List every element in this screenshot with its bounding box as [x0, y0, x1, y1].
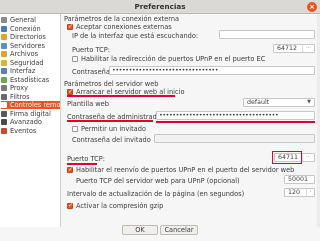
web-template-label: Plantilla web [67, 100, 109, 108]
preferences-window: Preferencias × General Conexión Director… [0, 0, 320, 241]
title-bar: Preferencias × [0, 0, 320, 14]
chevron-down-icon: ▼ [307, 99, 311, 105]
stepper-icon[interactable]: ··· [302, 45, 314, 52]
refresh-interval-label: Intervalo de actualización de la página … [67, 190, 245, 198]
filter-icon [1, 93, 7, 100]
web-template-select[interactable]: default ▼ [243, 98, 315, 107]
sidebar-item-label: Directorios [10, 33, 46, 41]
gzip-label: Activar la compresión gzip [76, 202, 164, 210]
sidebar-item-statistics[interactable]: Estadísticas [1, 76, 60, 84]
sidebar-item-label: Filtros [10, 92, 30, 101]
sidebar-item-label: Seguridad [10, 58, 44, 67]
cancel-button[interactable]: Cancelar [160, 225, 198, 235]
checkbox-unchecked[interactable] [72, 126, 78, 132]
highlight-box [272, 151, 302, 164]
sidebar-item-label: Interfaz [10, 67, 36, 75]
highlight-underline [67, 120, 153, 122]
sidebar-item-digital-signature[interactable]: Firma digital [1, 110, 60, 118]
checkbox-checked[interactable] [67, 23, 73, 30]
sidebar-item-label: Conexión [10, 24, 41, 33]
stepper-icon[interactable]: ··· [302, 154, 314, 161]
ec-upnp-checkbox[interactable]: Habilitar la redirección de puertos UPnP… [72, 55, 265, 63]
chart-icon [1, 76, 7, 83]
external-section-label: Parámetros de la conexión externa [64, 15, 180, 23]
sidebar-item-interface[interactable]: Interfaz [1, 67, 60, 75]
upnp-port-value: 50001 [288, 176, 309, 183]
external-port-value: 64712 [277, 45, 298, 52]
sidebar-item-connection[interactable]: Conexión [1, 25, 60, 33]
proxy-icon [1, 85, 7, 91]
checkbox-unchecked[interactable] [72, 56, 78, 62]
allow-guest-checkbox[interactable]: Permitir un invitado [72, 125, 146, 133]
highlight-underline [67, 163, 97, 165]
sidebar-item-label: Eventos [10, 126, 37, 135]
server-icon [1, 42, 7, 49]
files-icon [1, 51, 7, 57]
web-port-label: Puerto TCP: [67, 155, 105, 163]
sidebar-item-label: Archivos [10, 50, 39, 58]
upnp-port-stepper[interactable]: 50001 [284, 175, 315, 184]
general-icon [1, 17, 7, 23]
folder-icon [1, 34, 7, 40]
signature-icon [1, 110, 7, 117]
sidebar-item-files[interactable]: Archivos [1, 50, 60, 58]
sidebar-item-label: Controles remotos [10, 101, 71, 109]
sidebar-item-general[interactable]: General [1, 16, 60, 24]
sidebar-item-label: General [10, 16, 36, 24]
refresh-interval-value: 120 [288, 189, 301, 196]
ec-upnp-label: Habilitar la redirección de puertos UPnP… [81, 55, 266, 63]
external-password-label: Contraseña [72, 68, 110, 76]
lock-icon [1, 59, 7, 66]
highlight-underline [156, 121, 315, 123]
sidebar-item-label: Estadísticas [10, 75, 50, 84]
gzip-checkbox[interactable]: Activar la compresión gzip [67, 202, 163, 210]
interface-ip-field[interactable] [219, 30, 315, 39]
sidebar-item-directories[interactable]: Directorios [1, 33, 60, 41]
checkbox-checked[interactable] [67, 202, 73, 209]
category-sidebar: General Conexión Directorios Servidores … [0, 14, 71, 227]
sidebar-item-servers[interactable]: Servidores [1, 42, 60, 50]
sidebar-item-events[interactable]: Eventos [1, 127, 60, 135]
accept-external-checkbox[interactable]: Aceptar conexiones externas [67, 23, 172, 31]
admin-password-field[interactable]: •••••••••••••••••••••••••••••••••••• [156, 111, 315, 120]
checkbox-checked[interactable] [67, 166, 73, 173]
sidebar-item-remote-controls[interactable]: Controles remotos [1, 101, 71, 109]
close-button[interactable]: × [307, 2, 317, 12]
sidebar-item-label: Servidores [10, 41, 45, 50]
network-icon [1, 25, 7, 32]
web-section-label: Parámetros del servidor web [64, 80, 159, 88]
events-icon [1, 127, 7, 134]
external-port-label: Puerto TCP: [72, 46, 110, 54]
close-icon: × [309, 3, 315, 11]
interface-ip-label: IP de la interfaz que está escuchando: [72, 32, 199, 40]
external-password-field[interactable]: •••••••••••••••••••••••••••••••• [109, 66, 315, 75]
guest-password-label: Contraseña del invitado [72, 136, 151, 144]
web-upnp-label: Habilitar el reenvío de puertos UPnP en … [76, 166, 295, 174]
sidebar-item-proxy[interactable]: Proxy [1, 84, 60, 92]
sidebar-item-filters[interactable]: Filtros [1, 93, 60, 101]
remote-icon [1, 102, 7, 108]
sidebar-item-label: Proxy [10, 84, 29, 92]
sidebar-item-label: Firma digital [10, 109, 51, 118]
sidebar-item-security[interactable]: Seguridad [1, 59, 60, 67]
web-template-value: default [247, 99, 270, 106]
web-upnp-checkbox[interactable]: Habilitar el reenvío de puertos UPnP en … [67, 166, 294, 174]
interface-icon [1, 68, 7, 74]
sidebar-item-label: Avanzado [10, 118, 42, 126]
guest-password-field[interactable] [154, 134, 315, 143]
window-title: Preferencias [134, 2, 186, 11]
refresh-interval-stepper[interactable]: 120 · [284, 188, 315, 197]
remote-controls-panel: Parámetros de la conexión externa Acepta… [64, 14, 317, 227]
allow-guest-label: Permitir un invitado [81, 125, 146, 133]
advanced-icon [1, 119, 7, 125]
external-port-stepper[interactable]: 64712 ··· [273, 44, 315, 53]
highlight-underline [67, 95, 175, 97]
sidebar-item-advanced[interactable]: Avanzado [1, 118, 60, 126]
ok-button[interactable]: OK [122, 225, 158, 235]
upnp-port-label: Puerto TCP del servidor web para UPnP (o… [76, 177, 240, 185]
accept-external-label: Aceptar conexiones externas [76, 23, 172, 31]
stepper-icon[interactable]: · [306, 189, 314, 196]
